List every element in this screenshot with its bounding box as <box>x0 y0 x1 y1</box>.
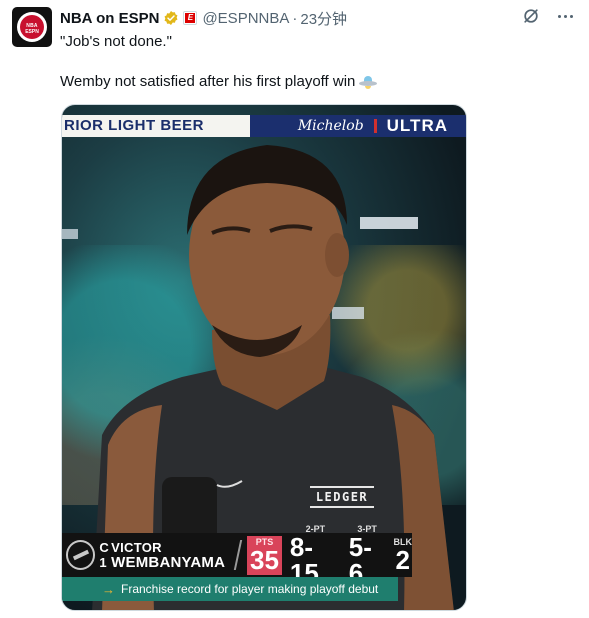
avatar[interactable]: NBA ESPN <box>12 7 52 47</box>
nba-espn-logo-icon: NBA ESPN <box>17 12 47 42</box>
lower-third-note: → Franchise record for player making pla… <box>62 577 398 601</box>
top-actions <box>521 6 575 26</box>
video-player[interactable]: RIOR LIGHT BEER Michelob ULTRA LEDGER C … <box>61 104 467 611</box>
stat-points: PTS 35 <box>246 535 282 575</box>
timestamp[interactable]: 23分钟 <box>300 8 347 29</box>
tweet: NBA ESPN NBA on ESPN E @ESPNNBA · 23分钟 "J… <box>0 0 589 618</box>
separator-dot: · <box>292 9 298 27</box>
tweet-header: NBA on ESPN E @ESPNNBA · 23分钟 <box>60 8 347 28</box>
player-last-name: WEMBANYAMA <box>111 554 226 571</box>
tweet-text-line2-content: Wemby not satisfied after his first play… <box>60 73 356 90</box>
verified-badge-icon <box>164 11 178 25</box>
spurs-logo-icon <box>66 540 96 570</box>
tweet-text-line2: Wemby not satisfied after his first play… <box>60 73 378 90</box>
user-handle[interactable]: @ESPNNBA <box>202 10 289 27</box>
jersey-sponsor-logo: LEDGER <box>310 486 374 508</box>
grok-icon[interactable] <box>521 6 541 26</box>
flying-saucer-emoji-icon <box>359 75 378 89</box>
player-position: C 1 <box>99 540 109 570</box>
scorebar-divider <box>227 540 243 570</box>
note-text: Franchise record for player making playo… <box>121 582 379 596</box>
stat-blocks: BLK 2 <box>393 537 412 575</box>
more-options-icon[interactable] <box>555 6 575 26</box>
arrow-right-icon: → <box>102 581 115 597</box>
lower-third-scorebar: C 1 VICTOR WEMBANYAMA PTS 35 2-PT 8-15 3… <box>62 524 412 586</box>
player-name: VICTOR WEMBANYAMA <box>111 540 225 570</box>
player-first-name: VICTOR <box>111 540 162 555</box>
display-name[interactable]: NBA on ESPN <box>60 10 159 27</box>
tweet-text-line1: "Job's not done." <box>60 33 172 50</box>
espn-affiliate-icon[interactable]: E <box>183 11 198 25</box>
